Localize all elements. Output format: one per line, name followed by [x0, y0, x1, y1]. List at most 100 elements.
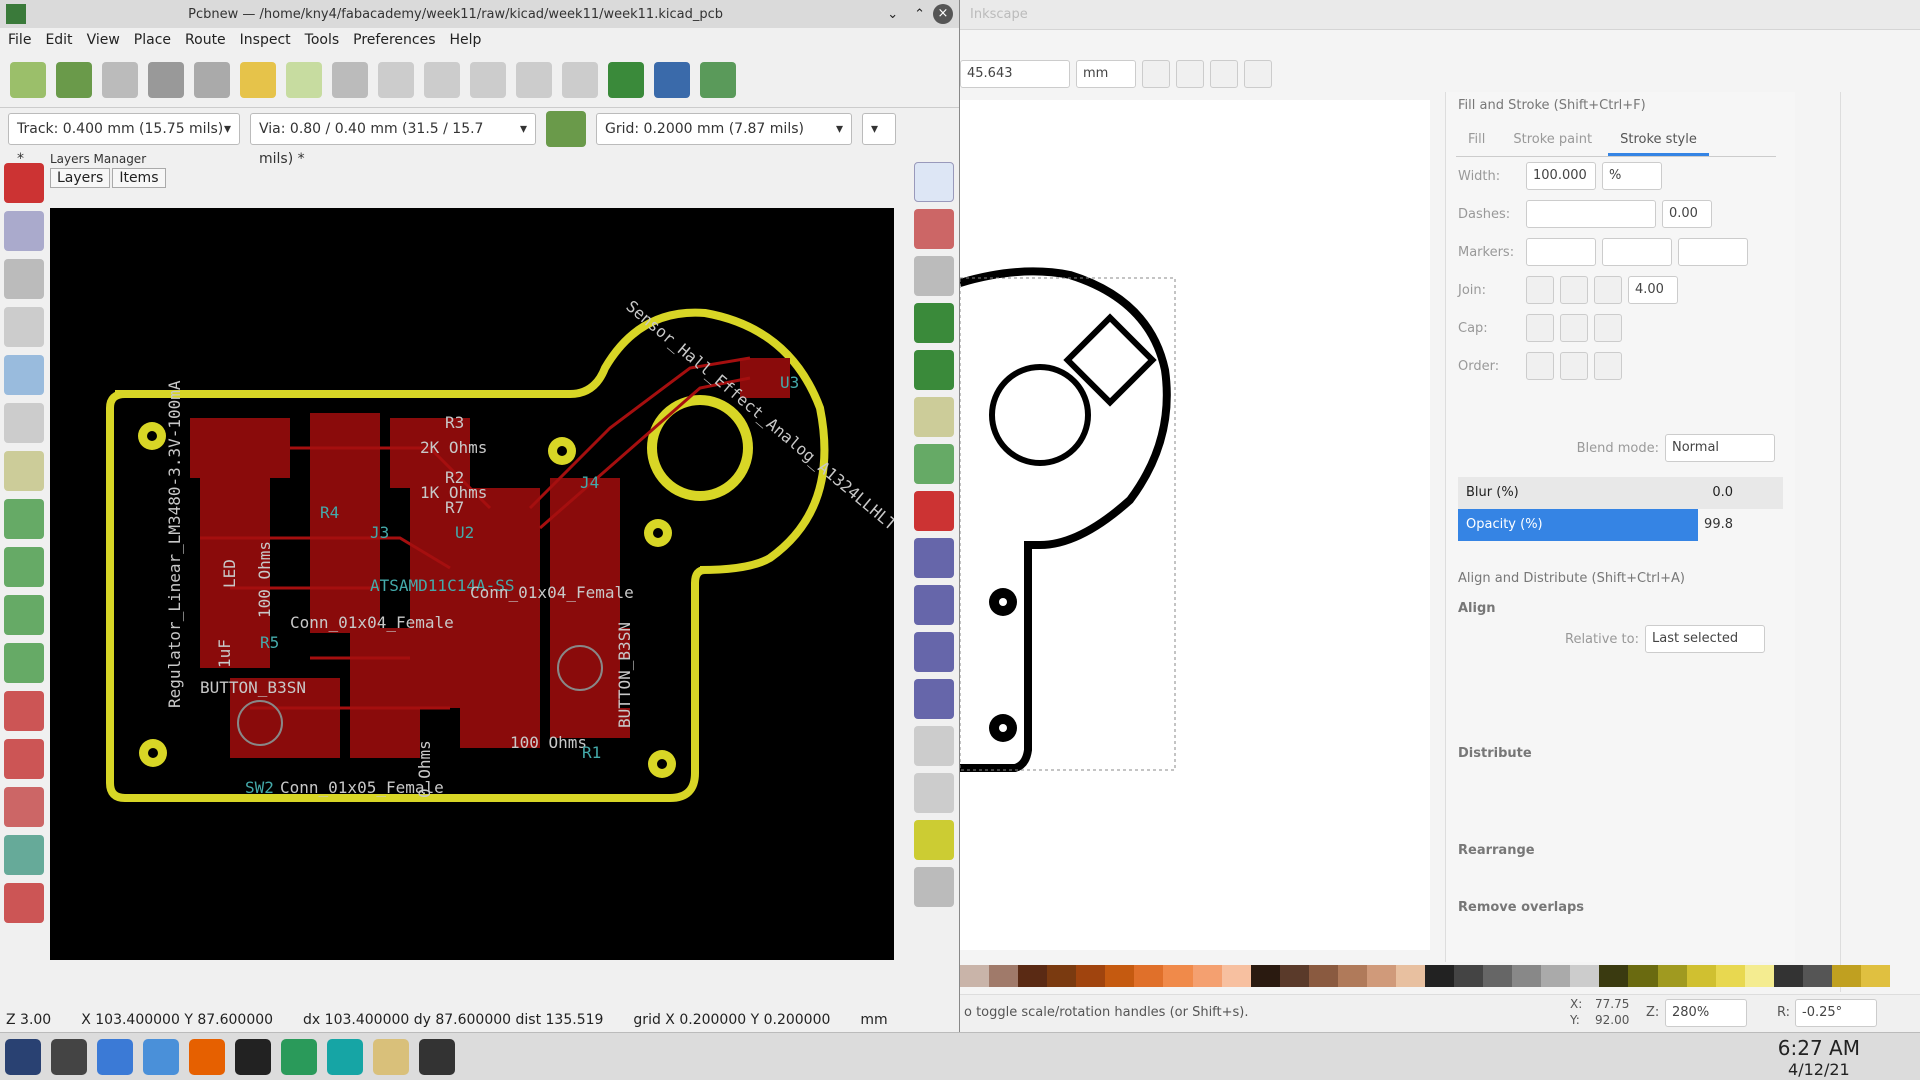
- order-icon[interactable]: [1526, 352, 1554, 380]
- marker-mid[interactable]: [1602, 238, 1672, 266]
- menu-inspect[interactable]: Inspect: [240, 32, 291, 48]
- zoom-select[interactable]: ▾: [862, 113, 896, 145]
- files-icon[interactable]: [97, 1038, 133, 1075]
- miter-limit[interactable]: 4.00: [1628, 276, 1678, 304]
- target-icon[interactable]: [914, 820, 954, 860]
- delete-icon[interactable]: [914, 867, 954, 907]
- polar-coords-icon[interactable]: [4, 259, 44, 299]
- select-arrow-icon[interactable]: [914, 162, 954, 202]
- footprint-viewer-icon[interactable]: [654, 61, 690, 98]
- refresh-icon[interactable]: [378, 61, 414, 98]
- menu-file[interactable]: File: [8, 32, 31, 48]
- opacity-value[interactable]: 99.8: [1698, 509, 1783, 541]
- align-icon[interactable]: [1142, 60, 1170, 88]
- page-settings-icon[interactable]: [102, 61, 138, 98]
- dash-offset[interactable]: 0.00: [1662, 200, 1712, 228]
- color-swatch[interactable]: [1250, 965, 1280, 987]
- join-miter-icon[interactable]: [1594, 276, 1622, 304]
- cap-round-icon[interactable]: [1560, 314, 1588, 342]
- width-field[interactable]: 100.000: [1526, 162, 1596, 190]
- tab-fill[interactable]: Fill: [1456, 126, 1497, 156]
- menu-place[interactable]: Place: [134, 32, 171, 48]
- blend-select[interactable]: Normal: [1665, 434, 1775, 462]
- menu-edit[interactable]: Edit: [45, 32, 72, 48]
- board-setup-icon[interactable]: [56, 61, 92, 98]
- color-swatch[interactable]: [1047, 965, 1077, 987]
- align-icon[interactable]: [1244, 60, 1272, 88]
- color-swatch[interactable]: [1105, 965, 1135, 987]
- menu-tools[interactable]: Tools: [305, 32, 340, 48]
- color-swatch[interactable]: [1715, 965, 1745, 987]
- color-swatch[interactable]: [1570, 965, 1600, 987]
- route-track-icon[interactable]: [914, 350, 954, 390]
- zoom-out-icon[interactable]: [470, 61, 506, 98]
- color-swatch[interactable]: [1279, 965, 1309, 987]
- zoom-selection-icon[interactable]: [562, 61, 598, 98]
- color-swatch[interactable]: [1337, 965, 1367, 987]
- plot-icon[interactable]: [194, 61, 230, 98]
- color-swatch[interactable]: [1483, 965, 1513, 987]
- cap-butt-icon[interactable]: [1526, 314, 1554, 342]
- order-icon[interactable]: [1560, 352, 1588, 380]
- color-swatch[interactable]: [1134, 965, 1164, 987]
- zone-fill-icon[interactable]: [4, 499, 44, 539]
- fedora-icon[interactable]: [5, 1038, 41, 1075]
- color-swatch[interactable]: [960, 965, 990, 987]
- grid-toggle-icon[interactable]: [4, 211, 44, 251]
- line-icon[interactable]: [914, 538, 954, 578]
- save-icon[interactable]: [10, 61, 46, 98]
- maximize-icon[interactable]: ⌃: [906, 7, 933, 22]
- color-swatch[interactable]: [1628, 965, 1658, 987]
- color-swatch[interactable]: [1454, 965, 1484, 987]
- color-swatch[interactable]: [1308, 965, 1338, 987]
- dash-select[interactable]: [1526, 200, 1656, 228]
- zoom-fit-icon[interactable]: [516, 61, 552, 98]
- menu-help[interactable]: Help: [450, 32, 482, 48]
- color-swatch[interactable]: [1802, 965, 1832, 987]
- circle-icon[interactable]: [914, 585, 954, 625]
- blur-value[interactable]: 0.0: [1712, 477, 1783, 509]
- clock[interactable]: 6:27 AM 4/12/21: [1778, 1037, 1860, 1081]
- layers-manager-icon[interactable]: [4, 835, 44, 875]
- inkscape-taskbar-icon[interactable]: [419, 1038, 455, 1075]
- store-icon[interactable]: [143, 1038, 179, 1075]
- add-footprint-icon[interactable]: [914, 303, 954, 343]
- track-mode-icon[interactable]: [546, 111, 586, 147]
- add-via-icon[interactable]: [914, 397, 954, 437]
- track-width-select[interactable]: Track: 0.400 mm (15.75 mils) * ▾: [8, 113, 240, 167]
- close-icon[interactable]: ×: [933, 4, 953, 24]
- commands-bar[interactable]: [1840, 92, 1920, 992]
- color-swatch[interactable]: [1366, 965, 1396, 987]
- join-round-icon[interactable]: [1560, 276, 1588, 304]
- color-swatch[interactable]: [1512, 965, 1542, 987]
- color-swatch[interactable]: [1773, 965, 1803, 987]
- pad-sketch-icon[interactable]: [4, 643, 44, 683]
- color-swatch[interactable]: [1018, 965, 1048, 987]
- via-sketch-icon[interactable]: [4, 691, 44, 731]
- dimension-icon[interactable]: [914, 773, 954, 813]
- zone-outline-icon[interactable]: [4, 547, 44, 587]
- color-swatch[interactable]: [1076, 965, 1106, 987]
- track-sketch-icon[interactable]: [4, 739, 44, 779]
- grid-select[interactable]: Grid: 0.2000 mm (7.87 mils) ▾: [596, 113, 852, 145]
- unit-select[interactable]: mm: [1076, 60, 1136, 88]
- print-icon[interactable]: [148, 61, 184, 98]
- pcb-canvas[interactable]: Sensor_Hall_Effect_Analog_A1324LLHLT-T R…: [50, 208, 915, 960]
- tab-items[interactable]: Items: [112, 168, 166, 188]
- cap-square-icon[interactable]: [1594, 314, 1622, 342]
- arc-icon[interactable]: [914, 632, 954, 672]
- color-swatch[interactable]: [1541, 965, 1571, 987]
- inch-units-icon[interactable]: [4, 307, 44, 347]
- color-swatch[interactable]: [1599, 965, 1629, 987]
- undo-icon[interactable]: [240, 61, 276, 98]
- microwave-icon[interactable]: [4, 883, 44, 923]
- ratsnest-icon[interactable]: [4, 451, 44, 491]
- rotate-field[interactable]: -0.25°: [1795, 999, 1877, 1027]
- join-bevel-icon[interactable]: [1526, 276, 1554, 304]
- tab-stroke-style[interactable]: Stroke style: [1608, 126, 1709, 156]
- text-icon[interactable]: [914, 726, 954, 766]
- task-manager-icon[interactable]: [51, 1038, 87, 1075]
- align-icon[interactable]: [1210, 60, 1238, 88]
- app-icon[interactable]: [281, 1038, 317, 1075]
- netlist-icon[interactable]: [700, 61, 736, 98]
